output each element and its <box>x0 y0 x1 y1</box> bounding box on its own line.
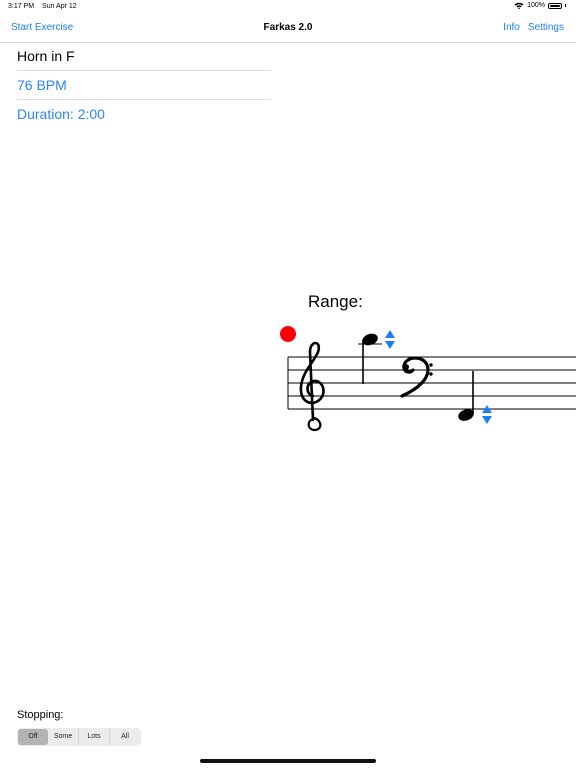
home-indicator <box>200 759 376 763</box>
stopping-option-some[interactable]: Some <box>48 729 79 745</box>
high-note-stepper-icon[interactable] <box>385 330 395 349</box>
stopping-option-all[interactable]: All <box>110 729 140 745</box>
low-note-stepper-icon[interactable] <box>482 405 492 424</box>
stopping-option-lots[interactable]: Lots <box>79 729 110 745</box>
bass-clef-icon <box>400 356 433 398</box>
stopping-label: Stopping: <box>17 709 64 721</box>
treble-clef-icon <box>299 341 325 432</box>
range-staff <box>280 326 576 432</box>
stopping-segmented-control: Off Some Lots All <box>17 728 141 746</box>
stopping-option-off[interactable]: Off <box>18 729 48 745</box>
record-indicator-icon[interactable] <box>280 326 296 342</box>
